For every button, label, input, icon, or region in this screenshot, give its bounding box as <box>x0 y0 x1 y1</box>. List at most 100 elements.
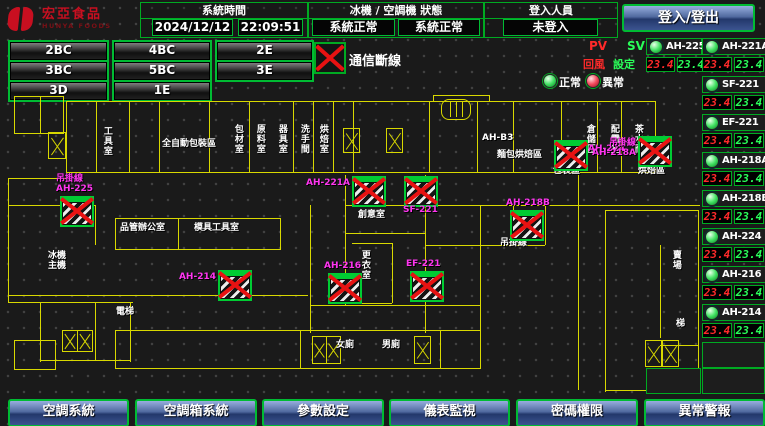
floor-button-3D[interactable]: 3D <box>8 80 109 102</box>
nav-ac-system[interactable]: 空調系統 <box>8 399 129 426</box>
ahu-label-AH-218A: 吊掛線AH-218A <box>592 138 636 159</box>
wall <box>477 101 478 172</box>
unit-name-label: AH-214 <box>722 307 761 318</box>
empty-unit-slot <box>646 368 701 394</box>
ahu-icon-AH-225[interactable] <box>60 196 94 227</box>
wall <box>115 330 480 331</box>
nav-alarm[interactable]: 異常警報 <box>644 399 765 426</box>
wall <box>293 101 294 172</box>
stair-icon <box>645 340 662 367</box>
nav-ahu-system[interactable]: 空調箱系統 <box>135 399 257 426</box>
unit-pv-value: 23.4 <box>702 133 732 148</box>
wall <box>129 101 130 172</box>
floor-button-2BC[interactable]: 2BC <box>8 40 109 62</box>
wall <box>545 205 546 245</box>
ahu-icon-SF-221[interactable] <box>404 176 438 207</box>
unit-status-led <box>705 230 719 244</box>
stair-icon <box>662 340 679 367</box>
stair-icon <box>386 128 403 153</box>
ahu-label-AH-216: AH-216 <box>324 261 361 271</box>
unit-status-led <box>705 268 719 282</box>
empty-unit-slot <box>702 342 765 368</box>
unit-AH-218B[interactable]: AH-218B <box>702 190 765 207</box>
floor-button-3E[interactable]: 3E <box>215 60 314 82</box>
spiral-stair-icon <box>441 99 471 120</box>
ahu-icon-EF-221[interactable] <box>410 271 444 302</box>
unit-name-label: AH-224 <box>722 231 761 242</box>
nav-password-auth[interactable]: 密碼權限 <box>516 399 638 426</box>
unit-status-led <box>705 192 719 206</box>
login-logout-button[interactable]: 登入/登出 <box>622 4 755 32</box>
room-label: 模具工具室 <box>194 224 239 234</box>
system-time-value: 22:09:51 <box>238 19 303 36</box>
unit-SF-221-values: 23.423.4 <box>702 95 764 110</box>
unit-name-label: AH-218B <box>722 193 765 204</box>
unit-AH-214-values: 23.423.4 <box>702 323 764 338</box>
unit-AH-225[interactable]: AH-225 <box>646 38 702 55</box>
ahu-icon-AH-224[interactable] <box>554 140 588 171</box>
nav-meter-monitor[interactable]: 儀表監視 <box>389 399 510 426</box>
unit-name-label: AH-221A <box>722 41 765 52</box>
ahu-label-AH-214: AH-214 <box>179 272 216 282</box>
floor-button-3BC[interactable]: 3BC <box>8 60 109 82</box>
unit-EF-221[interactable]: EF-221 <box>702 114 765 131</box>
wall <box>95 302 96 360</box>
wall <box>115 218 116 250</box>
unit-sv-value: 23.4 <box>734 57 764 72</box>
wall <box>209 101 210 172</box>
unit-AH-218A-values: 23.423.4 <box>702 171 764 186</box>
normal-led-icon <box>543 74 557 88</box>
sv-desc-legend: 設定 <box>613 56 635 72</box>
room-label: AH-B3 <box>482 134 513 144</box>
unit-sv-value: 23.4 <box>734 95 764 110</box>
comm-fail-legend-label: 通信斷線 <box>349 50 401 69</box>
ahu-icon-AH-216[interactable] <box>328 273 362 304</box>
unit-AH-214[interactable]: AH-214 <box>702 304 765 321</box>
chiller-status-value: 系統正常 <box>312 19 395 36</box>
wall <box>440 330 441 368</box>
ac-status-value: 系統正常 <box>398 19 480 36</box>
floor-button-1E[interactable]: 1E <box>112 80 212 102</box>
wall <box>352 243 392 244</box>
unit-AH-224-values: 23.423.4 <box>702 247 764 262</box>
wall <box>14 369 56 370</box>
abnormal-legend-label: 異常 <box>602 74 624 90</box>
wall <box>698 210 699 392</box>
unit-AH-221A[interactable]: AH-221A <box>702 38 765 55</box>
room-label: 冰機主機 <box>48 252 70 272</box>
wall <box>115 330 116 369</box>
floor-button-4BC[interactable]: 4BC <box>112 40 212 62</box>
ahu-icon-AH-218B[interactable] <box>510 210 544 241</box>
wall <box>55 340 56 370</box>
nav-param-settings[interactable]: 參數設定 <box>262 399 384 426</box>
floor-button-2E[interactable]: 2E <box>215 40 314 62</box>
unit-pv-value: 23.4 <box>646 57 675 72</box>
ahu-icon-AH-218A[interactable] <box>638 136 672 167</box>
unit-AH-224[interactable]: AH-224 <box>702 228 765 245</box>
room-label: 電梯 <box>116 308 134 318</box>
unit-pv-value: 23.4 <box>702 209 732 224</box>
ahu-label-AH-225: 吊掛線AH-225 <box>56 174 93 195</box>
company-logo: 宏亞食品 HUNYA FOODS <box>2 2 135 35</box>
ahu-icon-AH-221A[interactable] <box>352 176 386 207</box>
unit-AH-216[interactable]: AH-216 <box>702 266 765 283</box>
unit-AH-218A[interactable]: AH-218A <box>702 152 765 169</box>
room-label: 全自動包裝區 <box>162 140 216 150</box>
wall <box>425 205 700 206</box>
ahu-icon-AH-214[interactable] <box>218 270 252 301</box>
wall <box>597 101 598 172</box>
pv-legend: PV <box>589 39 607 53</box>
wall <box>429 101 430 172</box>
wall <box>313 101 314 172</box>
unit-status-led <box>649 40 663 54</box>
stair-icon <box>62 330 78 352</box>
wall <box>14 340 56 341</box>
floor-button-5BC[interactable]: 5BC <box>112 60 212 82</box>
unit-sv-value: 23.4 <box>677 57 706 72</box>
room-label: 工具室 <box>101 126 111 156</box>
login-status-value: 未登入 <box>503 19 598 36</box>
empty-unit-slot <box>702 368 765 394</box>
wall <box>300 330 301 368</box>
unit-name-label: AH-218A <box>722 155 765 166</box>
unit-SF-221[interactable]: SF-221 <box>702 76 765 93</box>
